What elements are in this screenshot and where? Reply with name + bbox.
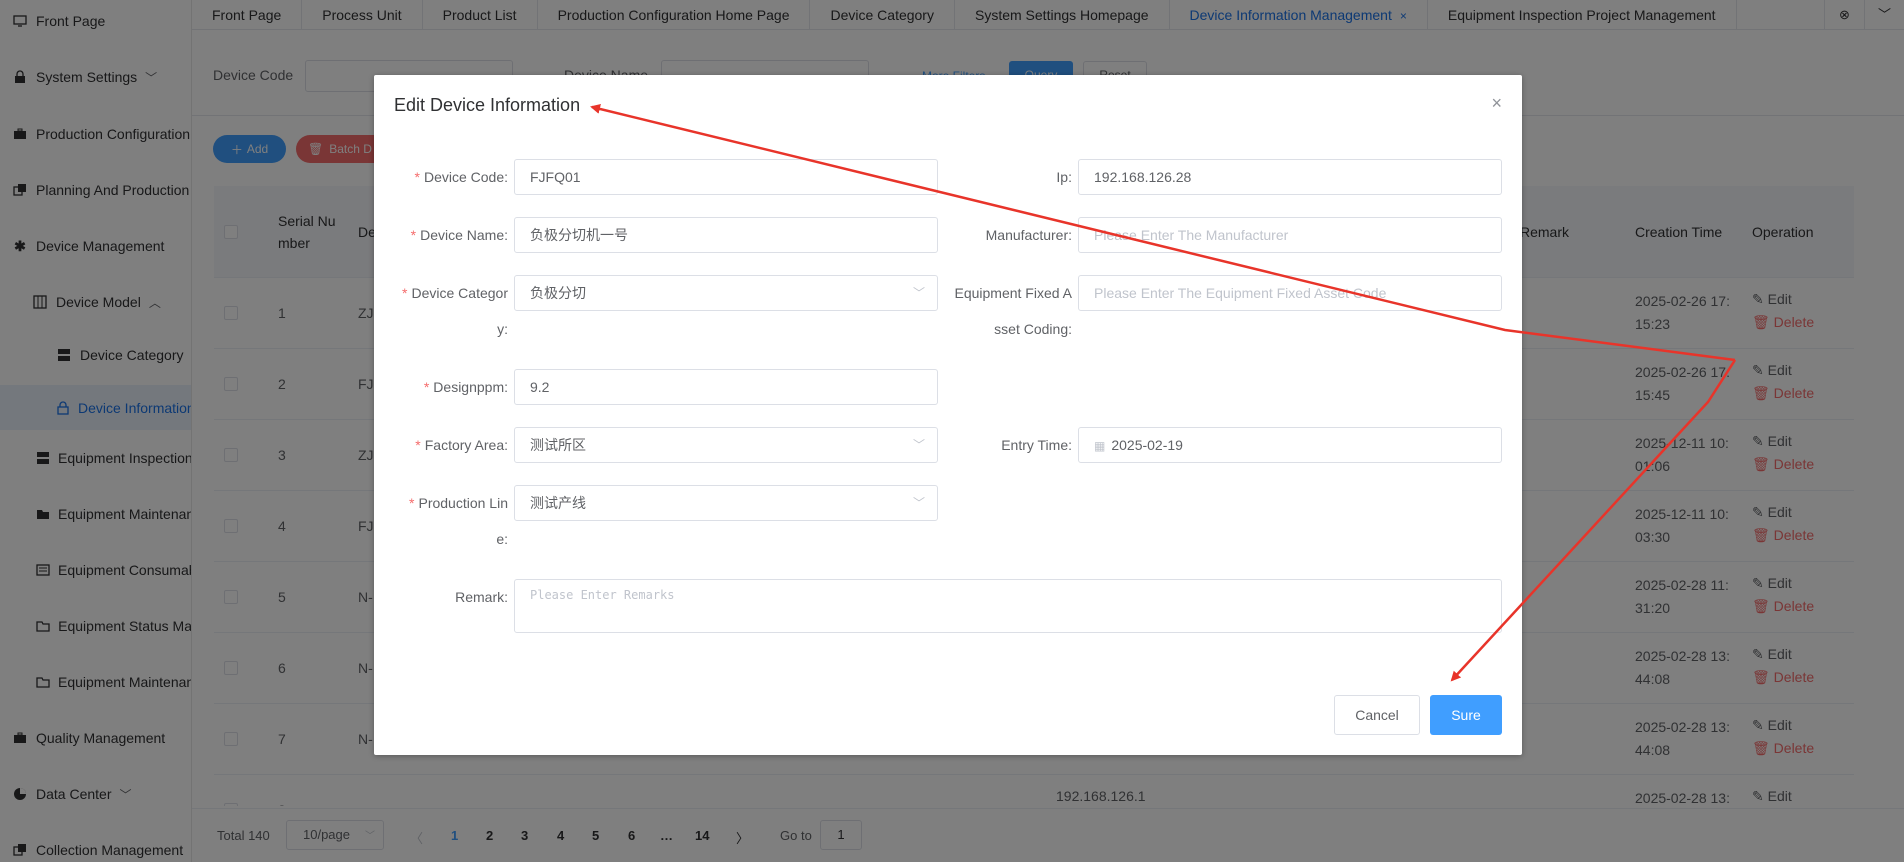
remark-label: Remark:: [455, 589, 508, 605]
device-category-label: * Device Categor: [402, 285, 508, 301]
device-category-label-wrap: y:: [497, 321, 508, 337]
production-line-value: 测试产线: [530, 495, 586, 511]
production-line-select[interactable]: 测试产线 ﹀: [514, 485, 938, 521]
factory-area-label: * Factory Area:: [415, 437, 508, 453]
dialog-title: Edit Device Information: [394, 95, 581, 115]
entry-time-label: Entry Time:: [1001, 437, 1072, 453]
ip-label: Ip:: [1056, 169, 1072, 185]
device-category-select[interactable]: 负极分切 ﹀: [514, 275, 938, 311]
production-line-label: * Production Lin: [409, 495, 508, 511]
device-code-label: * Device Code:: [414, 169, 509, 185]
close-icon[interactable]: ×: [1491, 93, 1502, 114]
factory-area-select[interactable]: 测试所区 ﹀: [514, 427, 938, 463]
designppm-field[interactable]: 9.2: [514, 369, 938, 405]
ip-field[interactable]: 192.168.126.28: [1078, 159, 1502, 195]
calendar-icon: ▦: [1094, 439, 1106, 453]
factory-area-value: 测试所区: [530, 437, 586, 453]
entry-time-picker[interactable]: ▦ 2025-02-19: [1078, 427, 1502, 463]
sure-button[interactable]: Sure: [1430, 695, 1502, 735]
device-code-field[interactable]: FJFQ01: [514, 159, 938, 195]
device-name-field[interactable]: 负极分切机一号: [514, 217, 938, 253]
manufacturer-field[interactable]: Please Enter The Manufacturer: [1078, 217, 1502, 253]
designppm-label: * Designppm:: [423, 379, 508, 395]
device-category-value: 负极分切: [530, 285, 586, 301]
entry-time-value: 2025-02-19: [1111, 437, 1183, 453]
fixed-asset-label-wrap: sset Coding:: [994, 321, 1072, 337]
chevron-down-icon: ﹀: [912, 496, 925, 510]
fixed-asset-field[interactable]: Please Enter The Equipment Fixed Asset C…: [1078, 275, 1502, 311]
chevron-down-icon: ﹀: [912, 438, 925, 452]
manufacturer-label: Manufacturer:: [985, 227, 1072, 243]
chevron-down-icon: ﹀: [912, 286, 925, 300]
production-line-label-wrap: e:: [496, 531, 508, 547]
remark-textarea[interactable]: Please Enter Remarks: [514, 579, 1502, 633]
fixed-asset-label: Equipment Fixed A: [954, 285, 1072, 301]
cancel-button[interactable]: Cancel: [1334, 695, 1420, 735]
edit-device-dialog: Edit Device Information × * Device Code: …: [374, 75, 1522, 755]
device-name-label: * Device Name:: [410, 227, 508, 243]
